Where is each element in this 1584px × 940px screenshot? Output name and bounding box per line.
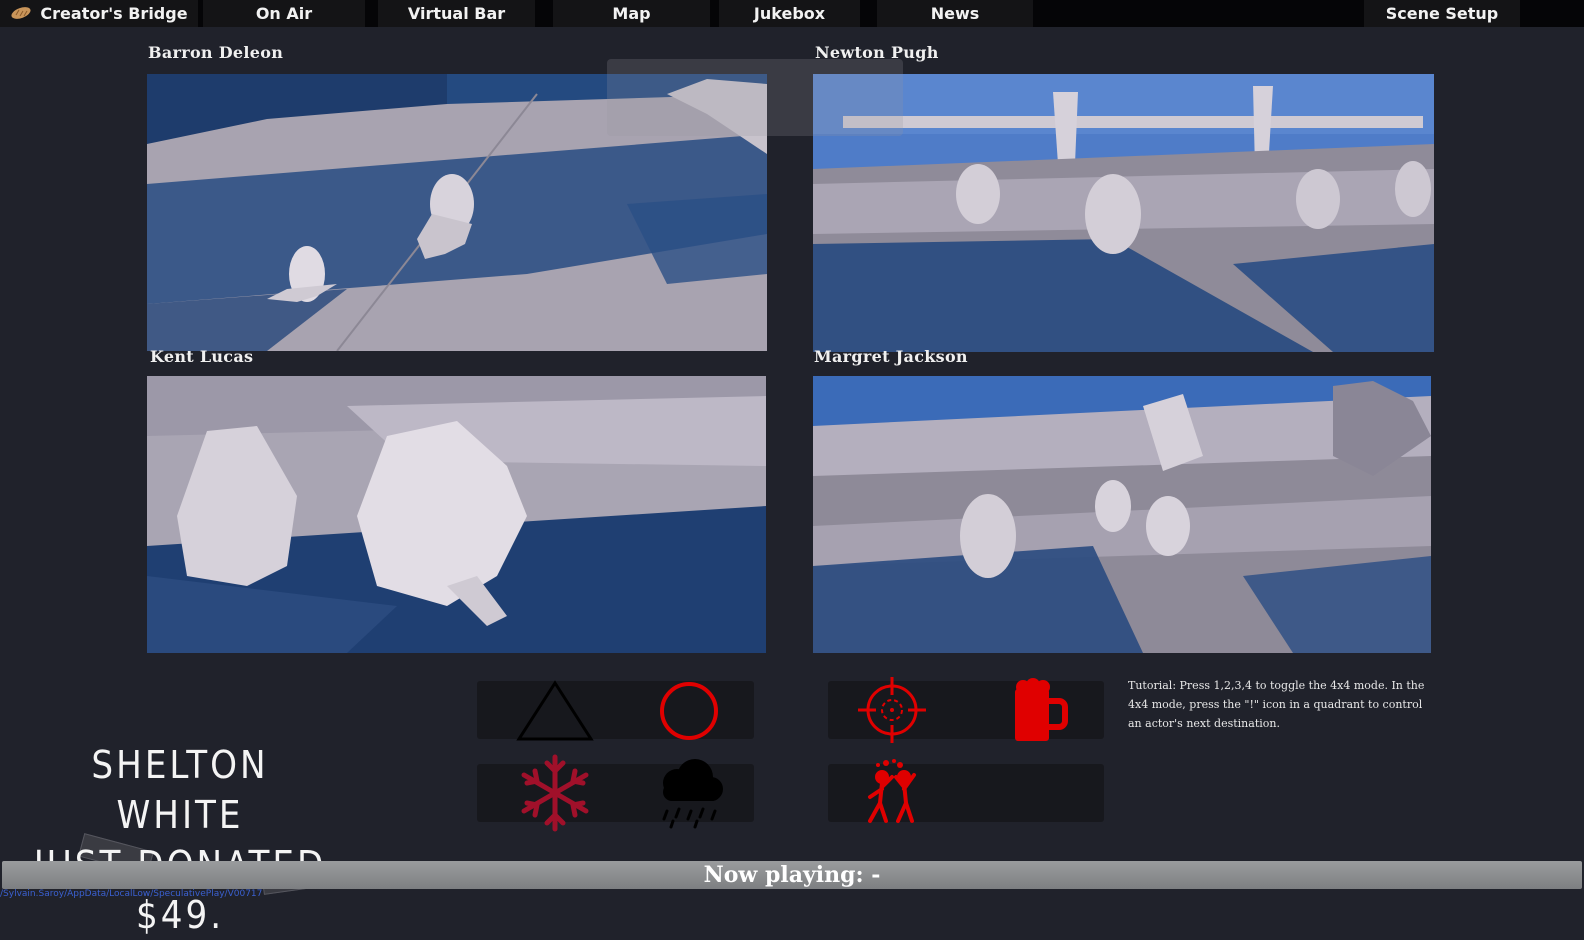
tab-news[interactable]: News (877, 0, 1033, 27)
fight-button[interactable] (852, 756, 932, 826)
scene-render-3 (147, 376, 766, 653)
tab-label: On Air (255, 4, 313, 23)
scene-render-2 (813, 74, 1434, 352)
tab-label: Map (612, 4, 651, 23)
tab-map[interactable]: Map (553, 0, 710, 27)
tab-label: Creator's Bridge (40, 4, 188, 23)
tutorial-text: Tutorial: Press 1,2,3,4 to toggle the 4x… (1128, 679, 1425, 730)
circle-icon (660, 682, 718, 740)
camera-title-4: Margret Jackson (814, 347, 968, 366)
tab-creators-bridge[interactable]: Creator's Bridge (0, 0, 198, 27)
beer-mug-icon (1015, 678, 1068, 741)
control-panel-left-bottom (477, 754, 754, 832)
top-navigation-bar: Creator's Bridge On Air Virtual Bar Map … (0, 0, 1584, 27)
bread-icon (11, 7, 31, 19)
tab-virtual-bar[interactable]: Virtual Bar (378, 0, 535, 27)
tab-label: News (930, 4, 980, 23)
snow-button[interactable] (515, 754, 595, 832)
beer-button[interactable] (995, 675, 1075, 745)
control-panel-right-top (828, 677, 1104, 743)
donor-name: SHELTON WHITE (91, 743, 269, 837)
tab-label: Scene Setup (1385, 4, 1499, 23)
camera-view-4[interactable] (813, 376, 1431, 653)
crosshair-icon (858, 677, 926, 743)
tab-scene-setup[interactable]: Scene Setup (1364, 0, 1520, 27)
fighting-people-icon (868, 759, 916, 823)
tab-label: Jukebox (753, 4, 826, 23)
rain-cloud-icon (662, 759, 723, 829)
camera-view-2[interactable] (813, 74, 1434, 352)
tab-on-air[interactable]: On Air (203, 0, 365, 27)
triangle-button[interactable] (515, 675, 595, 745)
scene-render-4 (813, 376, 1431, 653)
now-playing-bar: Now playing: - (2, 861, 1582, 889)
camera-view-3[interactable] (147, 376, 766, 653)
rain-button[interactable] (649, 756, 729, 829)
circle-button[interactable] (649, 675, 729, 745)
snowflake-icon (521, 754, 589, 832)
control-panel-right-bottom (828, 759, 1104, 823)
translucent-overlay (607, 59, 903, 136)
donation-alert: SHELTON WHITE JUST DONATED $49. (30, 740, 330, 940)
triangle-icon (516, 680, 594, 741)
tab-label: Virtual Bar (407, 4, 506, 23)
file-path-text: /Sylvain.Saroy/AppData/LocalLow/Speculat… (0, 889, 263, 899)
target-button[interactable] (852, 675, 932, 745)
camera-title-1: Barron Deleon (148, 43, 284, 62)
now-playing-text: Now playing: - (703, 862, 881, 888)
tab-jukebox[interactable]: Jukebox (719, 0, 860, 27)
control-panel-left-top (477, 680, 754, 741)
camera-title-3: Kent Lucas (150, 347, 254, 366)
